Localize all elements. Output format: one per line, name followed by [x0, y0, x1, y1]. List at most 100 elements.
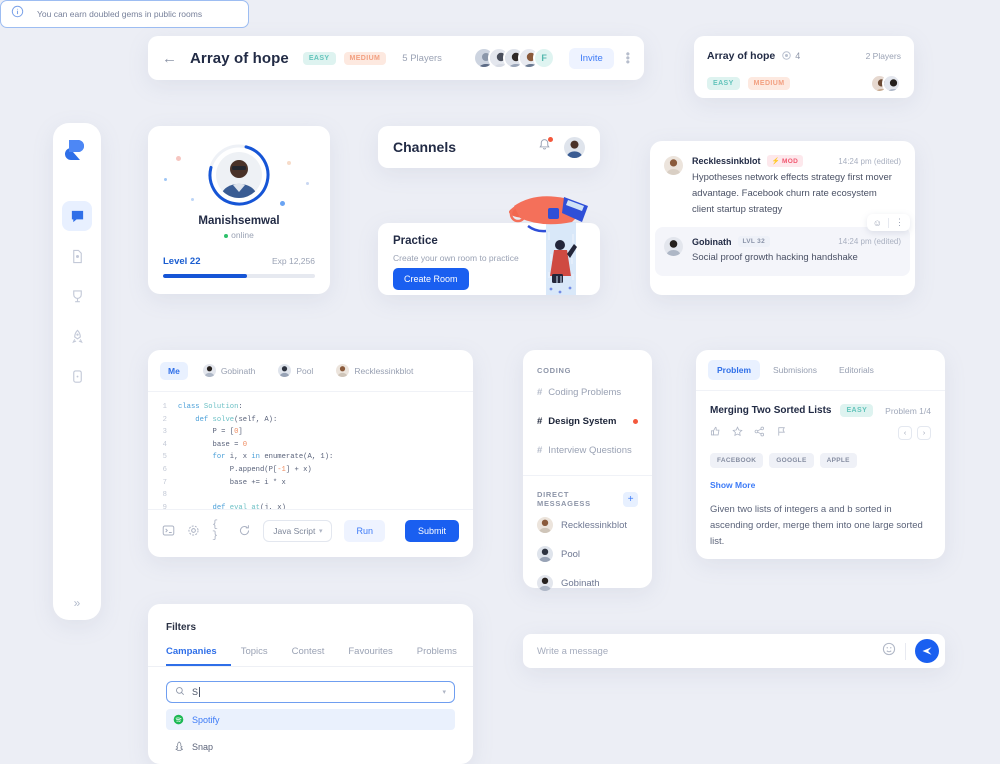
snapchat-icon [172, 740, 185, 753]
message-text: Hypotheses network effects strategy firs… [692, 172, 892, 215]
tab-recklessinkblot[interactable]: Recklessinkblot [328, 360, 421, 381]
practice-subtitle: Create your own room to practice [393, 253, 519, 263]
editor-tabs: Me Gobinath Pool Recklessinkblot [148, 350, 473, 392]
problem-tags: FACEBOOK GOOGLE APPLE [696, 442, 945, 468]
code-line: 1 class Solution: [148, 401, 473, 414]
avatar [216, 152, 262, 198]
refresh-icon[interactable] [238, 524, 251, 537]
tab-gobinath[interactable]: Gobinath [195, 360, 264, 381]
dm-gobinath[interactable]: Gobinath [523, 571, 652, 595]
tab-favourites[interactable]: Favourites [348, 646, 406, 666]
tag-google[interactable]: GOOGLE [769, 453, 814, 468]
run-button[interactable]: Run [344, 519, 385, 542]
filter-option-spotify[interactable]: Spotify [166, 709, 455, 730]
tab-me[interactable]: Me [160, 361, 188, 380]
avatar[interactable] [564, 136, 585, 158]
sidebar-item-files[interactable] [62, 241, 92, 271]
message-author: Gobinath [692, 236, 732, 247]
braces-icon[interactable]: { } [212, 520, 226, 542]
search-input[interactable]: S ▾ [166, 681, 455, 703]
more-vertical-icon[interactable]: ⋮ [895, 217, 904, 228]
code-line: 5 for i, x in enumerate(A, 1): [148, 451, 473, 464]
terminal-icon[interactable] [162, 524, 175, 537]
avatar [202, 364, 216, 377]
channel-interview-questions[interactable]: # Interview Questions [523, 439, 652, 462]
next-problem-button[interactable]: › [917, 426, 931, 440]
tag-apple[interactable]: APPLE [819, 453, 857, 468]
share-icon[interactable] [754, 424, 765, 442]
tab-problems[interactable]: Problems [417, 646, 471, 666]
tab-editorials[interactable]: Editorials [830, 360, 883, 380]
more-vertical-icon[interactable]: • • • [626, 48, 630, 68]
practice-title: Practice [393, 235, 438, 247]
back-icon[interactable]: ← [162, 50, 177, 67]
code-text: P = [0] [178, 428, 243, 437]
problem-counter: Problem 1/4 [885, 405, 931, 416]
line-number: 2 [162, 415, 167, 424]
room-summary-card[interactable]: Array of hope 4 2 Players EASY MEDIUM [694, 36, 914, 98]
code-text: base = 0 [178, 440, 248, 449]
reaction-toolbar[interactable]: ☺ ⋮ [866, 214, 910, 231]
code-line: 9 def eval_at(j, x) [148, 502, 473, 509]
chevron-down-icon[interactable]: ▾ [442, 688, 446, 696]
invite-button[interactable]: Invite [569, 47, 614, 69]
star-icon[interactable] [732, 424, 743, 442]
search-icon [175, 683, 185, 701]
add-dm-button[interactable]: + [623, 491, 638, 507]
channel-coding-problems[interactable]: # Coding Problems [523, 381, 652, 404]
avatar-initial[interactable]: F [533, 47, 556, 69]
tab-campanies[interactable]: Campanies [166, 646, 231, 666]
tab-submissions[interactable]: Submisions [764, 360, 826, 380]
code-editor-panel: Me Gobinath Pool Recklessinkblot 1 class … [148, 350, 473, 557]
tab-topics[interactable]: Topics [241, 646, 282, 666]
avatar-ring [208, 144, 270, 206]
flag-icon[interactable] [776, 424, 787, 442]
channel-design-system[interactable]: # Design System [523, 410, 652, 433]
filters-title: Filters [166, 622, 197, 633]
avatar [537, 546, 553, 562]
filter-option-snap[interactable]: Snap [166, 736, 455, 757]
smiley-icon[interactable] [882, 642, 896, 661]
message-timestamp: 14:24 pm (edited) [838, 237, 901, 246]
emoji-icon[interactable]: ☺ [873, 218, 882, 228]
chat-icon [71, 210, 83, 222]
sidebar-item-chat[interactable] [62, 201, 92, 231]
tab-problem[interactable]: Problem [708, 360, 761, 380]
language-select[interactable]: Java Script ▾ [263, 519, 333, 542]
sidebar-expand-button[interactable]: » [53, 596, 101, 610]
rocket-icon [71, 329, 83, 343]
code-area[interactable]: 1 class Solution: 2 def solve(self, A): 3 P… [148, 392, 473, 509]
difficulty-easy-badge: EASY [840, 404, 874, 417]
thumbs-up-icon[interactable] [710, 424, 721, 442]
sidebar-item-leaderboard[interactable] [62, 281, 92, 311]
trophy-icon [72, 289, 82, 302]
dm-recklessinkblot[interactable]: Recklessinkblot [523, 513, 652, 537]
profile-card: Manishsemwal online Level 22 Exp 12,256 [148, 126, 330, 294]
problem-tabs: Problem Submisions Editorials [696, 350, 945, 391]
info-icon [11, 5, 24, 23]
send-button[interactable] [915, 639, 939, 663]
channels-header: Channels [378, 126, 600, 168]
avatar[interactable] [664, 156, 683, 175]
sidebar-item-device[interactable] [62, 361, 92, 391]
tab-contest[interactable]: Contest [292, 646, 339, 666]
avatar[interactable] [882, 74, 901, 93]
avatar[interactable] [664, 237, 683, 256]
logo-icon[interactable] [64, 137, 90, 163]
show-more-link[interactable]: Show More [696, 468, 945, 490]
message-input[interactable]: Write a message [537, 646, 608, 657]
page-title: Array of hope [190, 49, 289, 67]
room-title: Array of hope [707, 50, 776, 62]
sidebar-item-launch[interactable] [62, 321, 92, 351]
bell-icon[interactable] [538, 137, 553, 156]
tab-pool[interactable]: Pool [270, 360, 321, 381]
tag-facebook[interactable]: FACEBOOK [710, 453, 764, 468]
create-room-button[interactable]: Create Room [393, 268, 469, 290]
level-badge: LVL 32 [737, 236, 771, 247]
gear-icon[interactable] [187, 524, 200, 537]
prev-problem-button[interactable]: ‹ [898, 426, 912, 440]
hint-text: You can earn doubled gems in public room… [37, 9, 203, 19]
submit-button[interactable]: Submit [404, 519, 459, 542]
dm-pool[interactable]: Pool [523, 542, 652, 566]
message-composer[interactable]: Write a message [523, 634, 945, 668]
